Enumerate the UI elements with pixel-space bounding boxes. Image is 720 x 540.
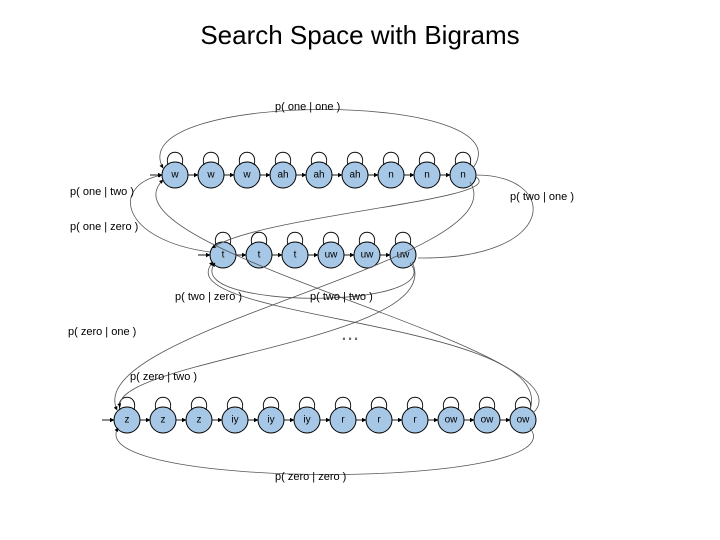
- arc-zero-zero: [116, 428, 534, 475]
- label-two-two: p( two | two ): [310, 291, 373, 303]
- label-two-zero: p( two | zero ): [175, 291, 242, 303]
- arc-two-zero: [208, 262, 531, 410]
- svg-text:ah: ah: [349, 170, 360, 181]
- svg-text:ah: ah: [277, 170, 288, 181]
- svg-text:t: t: [294, 250, 297, 261]
- svg-text:w: w: [170, 170, 179, 181]
- label-zero-zero: p( zero | zero ): [275, 471, 346, 483]
- svg-text:n: n: [424, 170, 430, 181]
- label-one-one: p( one | one ): [275, 101, 340, 113]
- svg-text:iy: iy: [231, 415, 238, 426]
- label-one-two: p( one | two ): [70, 186, 134, 198]
- svg-text:z: z: [197, 415, 202, 426]
- row-one: w w w ah ah ah n n n: [162, 152, 476, 188]
- svg-text:t: t: [222, 250, 225, 261]
- label-two-one: p( two | one ): [510, 191, 574, 203]
- bigram-diagram: w w w ah ah ah n n n t t t uw uw uw: [0, 0, 720, 540]
- svg-text:z: z: [161, 415, 166, 426]
- svg-text:n: n: [388, 170, 394, 181]
- svg-text:uw: uw: [361, 250, 375, 261]
- svg-text:w: w: [242, 170, 251, 181]
- svg-text:w: w: [206, 170, 215, 181]
- svg-text:iy: iy: [267, 415, 274, 426]
- svg-text:n: n: [460, 170, 466, 181]
- svg-text:ow: ow: [517, 415, 531, 426]
- svg-text:z: z: [125, 415, 130, 426]
- svg-text:iy: iy: [303, 415, 310, 426]
- row-zero: z z z iy iy iy r r r ow ow ow: [114, 397, 536, 433]
- svg-text:t: t: [258, 250, 261, 261]
- arc-two-one-a: [418, 175, 533, 258]
- svg-text:ah: ah: [313, 170, 324, 181]
- arc-one-one: [160, 110, 479, 169]
- svg-text:ow: ow: [481, 415, 495, 426]
- label-zero-two: p( zero | two ): [130, 371, 197, 383]
- label-zero-one: p( zero | one ): [68, 326, 136, 338]
- svg-text:ow: ow: [445, 415, 459, 426]
- arc-zero-two: [120, 262, 415, 407]
- row-two: t t t uw uw uw: [210, 232, 416, 268]
- svg-text:uw: uw: [325, 250, 339, 261]
- label-one-zero: p( one | zero ): [70, 221, 138, 233]
